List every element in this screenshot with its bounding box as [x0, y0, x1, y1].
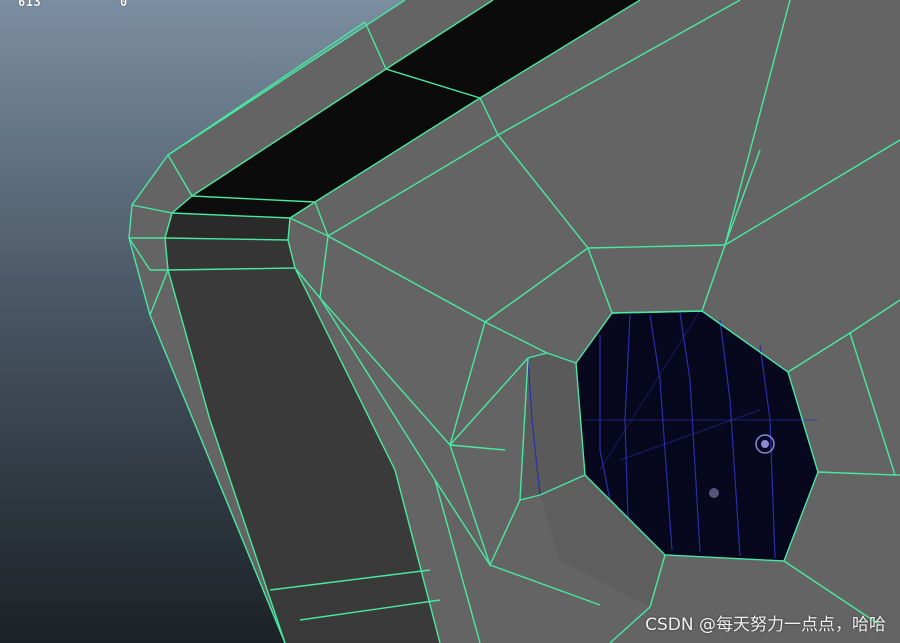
dark-corner-lower: [165, 238, 295, 270]
watermark-text: CSDN @每天努力一点点，哈哈: [645, 615, 886, 635]
viewport-scene[interactable]: [0, 0, 900, 643]
pivot-icon: [709, 488, 719, 498]
hud-readout-left: 613: [18, 0, 42, 9]
hud-readout-right: 0: [120, 0, 128, 9]
3d-viewport[interactable]: 613 0 CSDN @每天努力一点点，哈哈: [0, 0, 900, 643]
hole-ring-face-left: [520, 353, 585, 500]
